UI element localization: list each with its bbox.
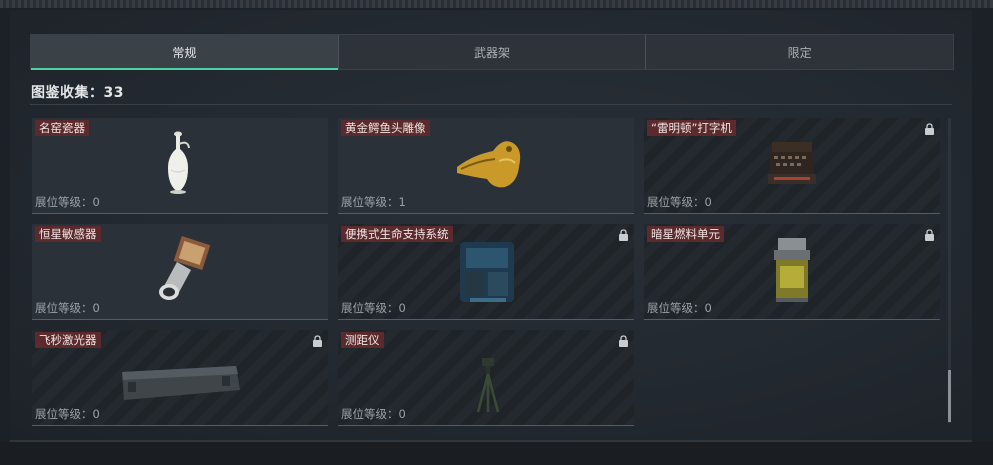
life-support-system-icon — [460, 242, 514, 302]
item-card[interactable]: 暗星燃料单元 展位等级：0 — [644, 224, 940, 320]
item-level: 展位等级：0 — [35, 407, 100, 421]
item-card[interactable]: 飞秒激光器 展位等级：0 — [32, 330, 328, 426]
lock-icon — [313, 335, 322, 347]
lock-icon — [925, 229, 934, 241]
item-name: 暗星燃料单元 — [647, 226, 724, 242]
porcelain-vase-icon — [168, 131, 190, 194]
tab-limited[interactable]: 限定 — [645, 35, 953, 69]
tab-weapon-rack[interactable]: 武器架 — [337, 35, 646, 69]
item-level: 展位等级：0 — [35, 195, 100, 209]
item-card[interactable]: 便携式生命支持系统 展位等级：0 — [338, 224, 634, 320]
category-tabs: 常规 武器架 限定 — [30, 34, 954, 70]
item-name: 黄金鳄鱼头雕像 — [341, 120, 430, 136]
bottom-bar — [0, 442, 993, 465]
item-card[interactable]: 测距仪 展位等级：0 — [338, 330, 634, 426]
lock-icon — [619, 335, 628, 347]
item-grid: 名窑瓷器 展位等级：0 黄金鳄鱼头雕像 展位等级：1 “雷明顿”打字机 展位等级… — [32, 118, 940, 426]
lock-icon — [925, 123, 934, 135]
fuel-cell-icon — [774, 238, 810, 302]
item-level: 展位等级：1 — [341, 195, 406, 209]
item-card[interactable]: “雷明顿”打字机 展位等级：0 — [644, 118, 940, 214]
item-level: 展位等级：0 — [341, 301, 406, 315]
rangefinder-tripod-icon — [476, 358, 500, 413]
scrollbar-thumb[interactable] — [948, 370, 951, 422]
item-level: 展位等级：0 — [647, 301, 712, 315]
item-name: 测距仪 — [341, 332, 384, 348]
item-card[interactable]: 名窑瓷器 展位等级：0 — [32, 118, 328, 214]
top-edge-strip — [0, 0, 993, 8]
item-name: 恒星敏感器 — [35, 226, 101, 242]
item-card[interactable]: 恒星敏感器 展位等级：0 — [32, 224, 328, 320]
lock-icon — [619, 229, 628, 241]
femtosecond-laser-icon — [122, 366, 240, 400]
item-card[interactable]: 黄金鳄鱼头雕像 展位等级：1 — [338, 118, 634, 214]
item-name: 飞秒激光器 — [35, 332, 101, 348]
golden-crocodile-head-icon — [457, 141, 521, 188]
tab-regular[interactable]: 常规 — [31, 35, 338, 70]
item-name: 便携式生命支持系统 — [341, 226, 453, 242]
item-level: 展位等级：0 — [341, 407, 406, 421]
typewriter-icon — [768, 142, 816, 184]
item-level: 展位等级：0 — [647, 195, 712, 209]
item-name: 名窑瓷器 — [35, 120, 89, 136]
item-level: 展位等级：0 — [35, 301, 100, 315]
item-name: “雷明顿”打字机 — [647, 120, 736, 136]
divider — [30, 104, 952, 105]
collection-count: 图鉴收集：33 — [31, 85, 124, 101]
star-sensor-icon — [159, 236, 211, 300]
